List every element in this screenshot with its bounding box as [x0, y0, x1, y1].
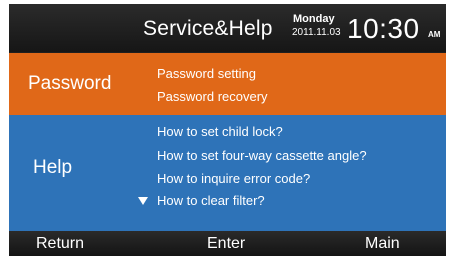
main-button[interactable]: Main [365, 235, 400, 253]
return-button[interactable]: Return [36, 235, 84, 253]
menu-item-clear-filter[interactable]: How to clear filter? [157, 193, 265, 208]
menu-item-password-recovery[interactable]: Password recovery [157, 89, 268, 104]
triangle-down-icon [138, 197, 148, 205]
menu-item-error-code[interactable]: How to inquire error code? [157, 171, 310, 186]
clock-time: 10:30 [347, 13, 420, 44]
help-section-label: Help [33, 157, 73, 178]
footer-bar: Return Enter Main [9, 231, 446, 256]
weekday-label: Monday [293, 13, 335, 25]
password-section-label: Password [28, 73, 112, 94]
menu-item-child-lock[interactable]: How to set child lock? [157, 124, 283, 139]
password-section: Password Password setting Password recov… [9, 53, 446, 115]
page-title: Service&Help [143, 17, 273, 40]
screen: Service&Help Monday 2011.11.03 10:30 AM … [0, 0, 454, 258]
header-bar: Service&Help Monday 2011.11.03 10:30 AM [9, 4, 446, 52]
menu-item-cassette-angle[interactable]: How to set four-way cassette angle? [157, 148, 367, 163]
device-display: Service&Help Monday 2011.11.03 10:30 AM … [9, 4, 446, 256]
enter-button[interactable]: Enter [207, 235, 245, 253]
menu-item-password-setting[interactable]: Password setting [157, 66, 256, 81]
clock-ampm: AM [428, 30, 441, 39]
date-label: 2011.11.03 [292, 27, 341, 38]
help-section: Help How to set child lock? How to set f… [9, 115, 446, 231]
